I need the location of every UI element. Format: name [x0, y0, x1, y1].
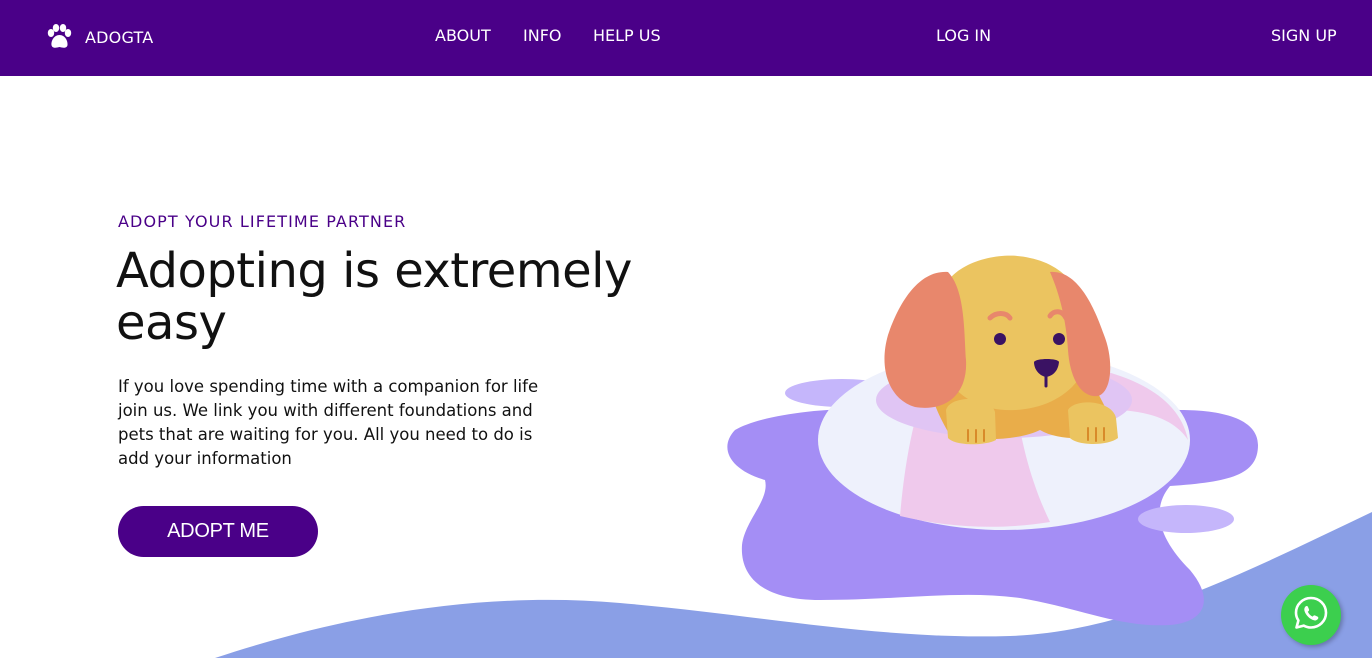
paw-icon: [45, 23, 73, 51]
dog-paw-right: [1068, 402, 1118, 444]
puddle-right: [1138, 505, 1234, 533]
nav-help-us[interactable]: HELP US: [593, 26, 661, 45]
nav-sign-up[interactable]: SIGN UP: [1271, 26, 1337, 45]
whatsapp-chat-button[interactable]: [1281, 585, 1341, 645]
hero-description: If you love spending time with a compani…: [118, 377, 539, 468]
adopt-me-button[interactable]: ADOPT ME: [118, 506, 318, 557]
landing-page: ADOGTA ABOUT INFO HELP US LOG IN SIGN UP…: [0, 0, 1372, 658]
dog-brow-left: [987, 311, 1013, 321]
dog-eye-left: [994, 333, 1006, 345]
brand-logo[interactable]: ADOGTA: [45, 22, 153, 52]
float-ring-stripe-right: [1100, 370, 1188, 440]
dog-head: [935, 255, 1091, 411]
float-ring: [818, 350, 1190, 530]
dog-paw-left: [946, 398, 996, 445]
dog-brow-right: [1047, 309, 1069, 321]
top-navbar: ADOGTA ABOUT INFO HELP US LOG IN SIGN UP: [0, 0, 1372, 76]
puddle-left: [785, 379, 899, 407]
bottom-wave: [215, 512, 1372, 658]
nav-about[interactable]: ABOUT: [435, 26, 491, 45]
float-ring-hole: [876, 362, 1132, 438]
dog-ear-right: [1050, 271, 1111, 397]
dog-nose: [1034, 359, 1059, 377]
whatsapp-icon: [1292, 594, 1330, 636]
nav-info[interactable]: INFO: [523, 26, 561, 45]
nav-log-in[interactable]: LOG IN: [936, 26, 991, 45]
float-ring-stripe: [900, 358, 1050, 527]
dog-ear-left: [884, 271, 967, 408]
water-splash: [727, 400, 1258, 626]
hero-eyebrow: ADOPT YOUR LIFETIME PARTNER: [118, 212, 407, 231]
hero-headline: Adopting is extremely easy: [116, 243, 632, 351]
brand-name: ADOGTA: [85, 27, 154, 47]
dog-body: [928, 329, 1112, 440]
dog-eye-right: [1053, 333, 1065, 345]
